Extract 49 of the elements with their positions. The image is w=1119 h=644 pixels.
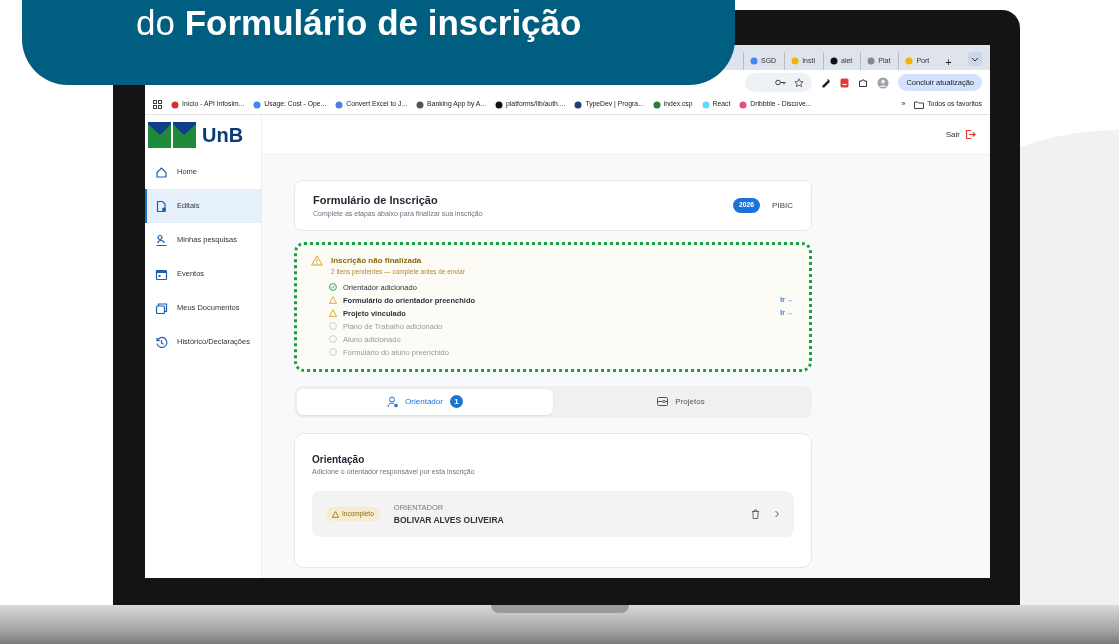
house-icon xyxy=(155,165,168,179)
tab[interactable]: Orientador 1 xyxy=(297,388,553,415)
site-icon xyxy=(652,100,661,109)
warning-icon xyxy=(332,510,339,518)
site-icon xyxy=(701,100,710,109)
person-icon xyxy=(155,233,168,247)
document-icon xyxy=(155,199,168,213)
logo-drawing xyxy=(148,122,196,148)
site-icon xyxy=(750,57,758,65)
site-icon xyxy=(830,57,838,65)
new-tab-button[interactable]: + xyxy=(945,55,952,68)
apps-grid-icon[interactable] xyxy=(153,100,162,109)
site-icon xyxy=(905,57,914,65)
person-gear-icon xyxy=(387,395,399,408)
site-icon xyxy=(253,100,262,109)
logout-link[interactable]: Sair xyxy=(945,128,960,141)
site-icon xyxy=(574,100,583,109)
chevron-down-icon[interactable] xyxy=(968,52,982,66)
pdf-icon[interactable] xyxy=(840,77,850,88)
alert-title: Inscrição não finalizada xyxy=(331,255,423,267)
calendar-icon xyxy=(155,267,168,281)
puzzle-icon[interactable] xyxy=(858,77,869,88)
tab[interactable]: Projetos xyxy=(553,388,809,415)
site-icon xyxy=(495,100,504,109)
banner-title: do Formulário de inscrição xyxy=(136,2,583,44)
trash-icon[interactable] xyxy=(751,509,760,520)
logout-icon xyxy=(965,129,976,140)
site-icon xyxy=(791,57,800,65)
card-title: Formulário de Inscrição xyxy=(313,193,439,208)
program-label: PIBIC xyxy=(772,199,793,212)
site-icon xyxy=(171,100,179,109)
eyedropper-icon[interactable] xyxy=(821,77,832,88)
key-icon xyxy=(775,78,787,87)
section-title: Orientação xyxy=(312,452,366,467)
site-icon xyxy=(867,57,876,65)
advisor-name: BOLIVAR ALVES OLIVEIRA xyxy=(393,513,505,527)
star-icon[interactable] xyxy=(794,77,805,88)
folders-icon xyxy=(155,301,168,315)
count-badge: 1 xyxy=(449,395,463,409)
site-icon xyxy=(739,100,748,109)
logo-text: UnB xyxy=(202,123,244,148)
avatar-icon[interactable] xyxy=(877,76,890,89)
site-icon xyxy=(335,100,344,109)
folder-icon xyxy=(914,100,925,109)
site-icon xyxy=(416,100,425,109)
panel-icon xyxy=(657,395,669,408)
warning-icon xyxy=(311,255,323,266)
history-icon xyxy=(155,335,168,349)
address-field[interactable] xyxy=(745,73,813,92)
